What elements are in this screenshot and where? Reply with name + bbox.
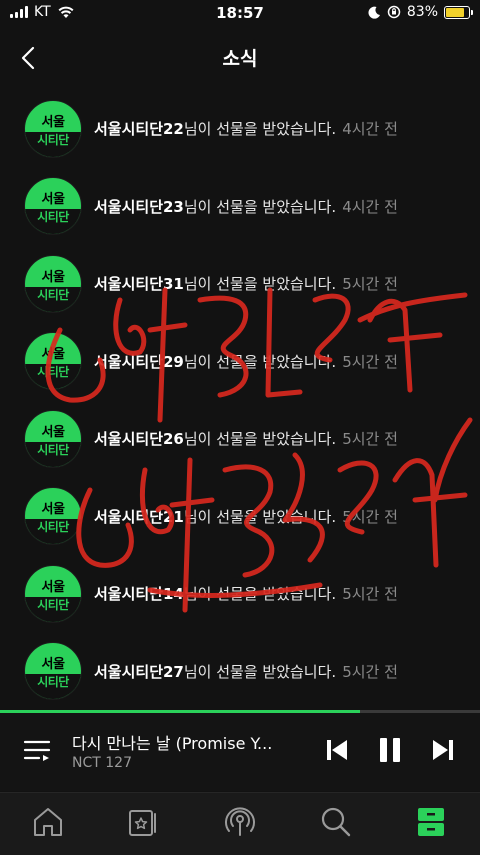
notification-time: 5시간 전 (342, 430, 398, 449)
storage-icon (129, 810, 156, 836)
notification-item[interactable]: 서울시티단 서울시티단27님이 선물을 받았습니다. 5시간 전 (0, 633, 480, 711)
previous-icon (327, 740, 347, 760)
avatar-label-bottom: 시티단 (37, 365, 69, 380)
notification-message: 님이 선물을 받았습니다. (183, 662, 337, 681)
avatar[interactable]: 서울시티단 (24, 642, 82, 701)
avatar[interactable]: 서울시티단 (24, 99, 82, 158)
notification-time: 5시간 전 (342, 585, 398, 604)
next-button[interactable] (428, 735, 458, 765)
notification-item[interactable]: 서울시티단 서울시티단29님이 선물을 받았습니다. 5시간 전 (0, 323, 480, 401)
notification-text: 서울시티단31님이 선물을 받았습니다. 5시간 전 (94, 273, 398, 294)
notification-item[interactable]: 서울시티단 서울시티단21님이 선물을 받았습니다. 5시간 전 (0, 478, 480, 556)
previous-button[interactable] (322, 735, 352, 765)
notification-text: 서울시티단22님이 선물을 받았습니다. 4시간 전 (94, 118, 398, 139)
notification-list[interactable]: 서울 시티단 서울시티단22님이 선물을 받았습니다. 4시간 전 서울 시티단 서울시티단… (0, 90, 480, 710)
page-title: 소식 (222, 48, 258, 70)
track-title[interactable]: 다시 만나는 날 (Promise Y... (72, 730, 272, 754)
notification-text: 서울시티단14님이 선물을 받았습니다. 5시간 전 (94, 583, 398, 604)
mini-player[interactable]: 다시 만나는 날 (Promise Y... NCT 127 (0, 713, 480, 791)
notification-item[interactable]: 서울시티단 서울시티단22님이 선물을 받았습니다. 4시간 전 (0, 90, 480, 168)
notification-message: 님이 선물을 받았습니다. (183, 197, 337, 216)
nav-storage[interactable] (126, 805, 160, 839)
avatar-label-top: 서울 (41, 657, 65, 673)
avatar-label-top: 서울 (41, 424, 65, 440)
avatar[interactable]: 서울시티단 (24, 332, 82, 391)
avatar-label-bottom: 시티단 (37, 442, 69, 457)
sender-name[interactable]: 서울시티단31 (94, 275, 184, 293)
track-artist: NCT 127 (72, 755, 132, 771)
notification-item[interactable]: 서울시티단 서울시티단23님이 선물을 받았습니다. 4시간 전 (0, 168, 480, 246)
avatar[interactable]: 서울시티단 (24, 254, 82, 313)
notification-text: 서울시티단27님이 선물을 받았습니다. 5시간 전 (94, 661, 398, 682)
bottom-nav (0, 792, 480, 855)
nav-home[interactable] (31, 805, 65, 839)
home-icon (34, 808, 62, 836)
notification-message: 님이 선물을 받았습니다. (183, 585, 337, 604)
nav-podcast[interactable] (223, 805, 257, 839)
notification-text: 서울시티단29님이 선물을 받았습니다. 5시간 전 (94, 351, 398, 372)
sender-name[interactable]: 서울시티단21 (94, 508, 184, 526)
orientation-lock-icon (387, 5, 401, 19)
sender-name[interactable]: 서울시티단26 (94, 430, 184, 448)
sender-name[interactable]: 서울시티단14 (94, 585, 184, 603)
avatar-label-top: 서울 (41, 347, 65, 363)
notification-message: 님이 선물을 받았습니다. (183, 507, 337, 526)
notification-message: 님이 선물을 받았습니다. (183, 430, 337, 449)
header: 소식 (0, 30, 480, 86)
notification-time: 4시간 전 (342, 120, 398, 139)
playlist-icon (23, 740, 51, 761)
notification-time: 4시간 전 (342, 197, 398, 216)
notification-time: 5시간 전 (342, 275, 398, 294)
battery-icon (444, 5, 473, 19)
avatar-label-top: 서울 (41, 269, 65, 285)
notification-message: 님이 선물을 받았습니다. (183, 352, 337, 371)
avatar-label-top: 서울 (41, 192, 65, 208)
notification-item[interactable]: 서울시티단 서울시티단26님이 선물을 받았습니다. 5시간 전 (0, 400, 480, 478)
notification-time: 5시간 전 (342, 352, 398, 371)
avatar-label-top: 서울 (41, 502, 65, 518)
notification-text: 서울시티단23님이 선물을 받았습니다. 4시간 전 (94, 196, 398, 217)
library-icon (418, 808, 444, 836)
battery-level (446, 7, 465, 17)
notification-item[interactable]: 서울시티단 서울시티단14님이 선물을 받았습니다. 5시간 전 (0, 555, 480, 633)
status-bar: KT 18:57 83% (0, 0, 480, 28)
avatar-label-bottom: 시티단 (37, 597, 69, 612)
next-icon (433, 740, 453, 760)
pause-icon (380, 738, 400, 762)
avatar-label-bottom: 시티단 (37, 132, 69, 147)
moon-icon (368, 6, 380, 19)
avatar[interactable]: 서울시티단 (24, 564, 82, 623)
notification-text: 서울시티단21님이 선물을 받았습니다. 5시간 전 (94, 506, 398, 527)
notification-message: 님이 선물을 받았습니다. (183, 275, 337, 294)
sender-name[interactable]: 서울시티단23 (94, 198, 184, 216)
nav-search[interactable] (318, 805, 352, 839)
avatar-label-bottom: 시티단 (37, 675, 69, 690)
battery-percent: 83% (406, 4, 438, 20)
notification-time: 5시간 전 (342, 662, 398, 681)
notification-message: 님이 선물을 받았습니다. (183, 120, 337, 139)
playlist-button[interactable] (22, 735, 52, 765)
notification-item[interactable]: 서울시티단 서울시티단31님이 선물을 받았습니다. 5시간 전 (0, 245, 480, 323)
avatar-label-top: 서울 (41, 114, 65, 130)
avatar-label-bottom: 시티단 (37, 520, 69, 535)
notification-time: 5시간 전 (342, 507, 398, 526)
status-right: 83% (368, 4, 473, 20)
sender-name[interactable]: 서울시티단22 (94, 120, 184, 138)
sender-name[interactable]: 서울시티단27 (94, 663, 184, 681)
avatar-label-top: 서울 (41, 579, 65, 595)
avatar-label-bottom: 시티단 (37, 287, 69, 302)
avatar[interactable]: 서울시티단 (24, 409, 82, 468)
nav-library[interactable] (414, 805, 448, 839)
search-icon (321, 807, 351, 837)
avatar[interactable]: 서울시티단 (24, 487, 82, 546)
avatar[interactable]: 서울시티단 (24, 177, 82, 236)
avatar-label-bottom: 시티단 (37, 210, 69, 225)
notification-text: 서울시티단26님이 선물을 받았습니다. 5시간 전 (94, 428, 398, 449)
podcast-icon (225, 807, 255, 836)
pause-button[interactable] (375, 735, 405, 765)
sender-name[interactable]: 서울시티단29 (94, 353, 184, 371)
